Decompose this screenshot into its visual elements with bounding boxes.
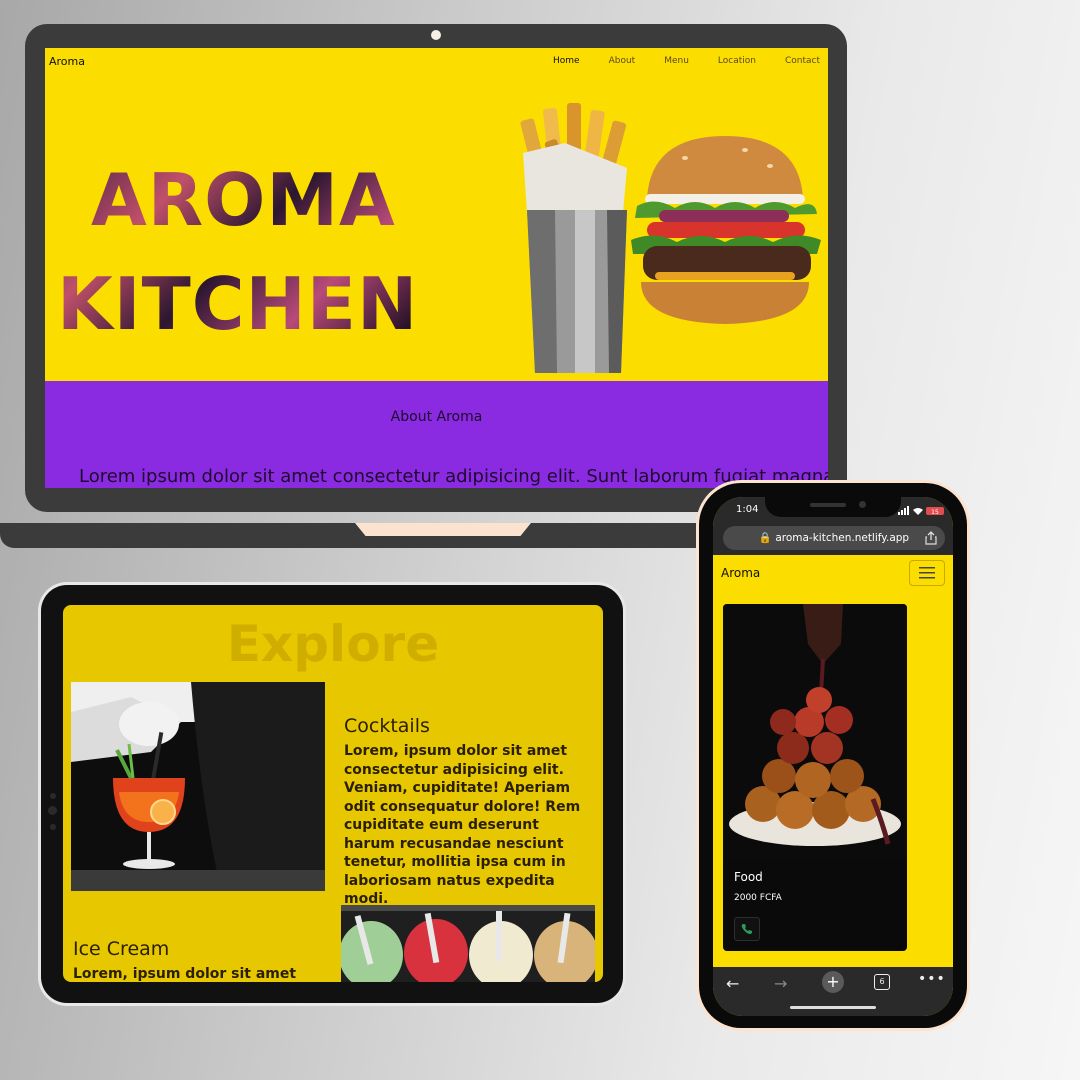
burger-image xyxy=(631,136,821,324)
cocktails-title: Cocktails xyxy=(344,715,430,737)
tablet-sensor xyxy=(50,824,56,830)
hero-title-line1: AROMA xyxy=(91,158,396,242)
status-time: 1:04 xyxy=(736,504,759,515)
battery-level: 15 xyxy=(931,509,939,516)
laptop-screen: Aroma Home About Menu Location Contact A… xyxy=(45,48,828,488)
nav-links: Home About Menu Location Contact xyxy=(524,56,820,66)
status-icons: 15 xyxy=(898,506,944,516)
share-icon[interactable] xyxy=(925,531,937,545)
icecream-description: Lorem, ipsum dolor sit amet xyxy=(73,966,297,982)
hamburger-icon xyxy=(919,567,935,579)
more-icon[interactable]: ••• xyxy=(918,971,946,987)
phone-speaker xyxy=(810,503,846,507)
navbar: Aroma Home About Menu Location Contact xyxy=(45,48,828,76)
cocktails-description: Lorem, ipsum dolor sit amet consectetur … xyxy=(344,743,581,907)
fries-cup xyxy=(527,210,627,373)
phone-camera xyxy=(859,501,866,508)
hero-title: AROMA KITCHEN xyxy=(57,148,477,356)
icecream-image xyxy=(341,905,595,982)
phone-notch xyxy=(765,497,901,517)
nav-contact[interactable]: Contact xyxy=(785,56,820,66)
burger-top-bun xyxy=(647,136,803,198)
food-card: Food 2000 FCFA xyxy=(723,604,907,951)
burger-bottom-bun xyxy=(641,282,809,324)
food-card-price: 2000 FCFA xyxy=(734,893,782,903)
browser-toolbar: ← → + 6 ••• xyxy=(713,967,953,1016)
forward-icon[interactable]: → xyxy=(774,974,787,993)
icecream-title: Ice Cream xyxy=(73,938,170,960)
about-title: About Aroma xyxy=(390,409,483,425)
url-text: aroma-kitchen.netlify.app xyxy=(775,532,910,544)
back-icon[interactable]: ← xyxy=(726,974,739,993)
about-section: About Aroma Lorem ipsum dolor sit amet c… xyxy=(45,381,828,488)
fries-image xyxy=(520,103,627,373)
nav-menu[interactable]: Menu xyxy=(664,56,689,66)
explore-heading: Explore xyxy=(226,615,440,673)
tablet-screen: Explore Cocktails Lorem, ipsum dolor sit… xyxy=(63,605,603,982)
home-indicator xyxy=(790,1006,876,1009)
laptop-camera xyxy=(431,30,441,40)
tablet-camera xyxy=(48,806,57,815)
laptop-hinge xyxy=(355,523,531,536)
hamburger-menu-button[interactable] xyxy=(909,560,945,586)
tabs-icon[interactable]: 6 xyxy=(874,974,890,990)
tablet-sensor xyxy=(50,793,56,799)
browser-address-bar: 🔒 aroma-kitchen.netlify.app xyxy=(713,523,953,555)
brand-link[interactable]: Aroma xyxy=(49,55,85,68)
new-tab-icon[interactable]: + xyxy=(822,971,844,993)
phone-screen: 1:04 15 🔒 aroma-kitchen.netlify.app Arom… xyxy=(713,497,953,1016)
food-card-title: Food xyxy=(734,870,763,884)
hero-title-line2: KITCHEN xyxy=(57,262,419,346)
nav-location[interactable]: Location xyxy=(718,56,756,66)
url-field[interactable]: 🔒 aroma-kitchen.netlify.app xyxy=(723,526,945,550)
phone-icon xyxy=(741,924,752,934)
glove xyxy=(119,702,179,746)
call-button[interactable] xyxy=(734,917,760,941)
cocktail-image xyxy=(71,682,325,891)
nav-about[interactable]: About xyxy=(609,56,636,66)
nav-home[interactable]: Home xyxy=(553,56,580,66)
mobile-brand-link[interactable]: Aroma xyxy=(721,566,760,580)
lock-icon: 🔒 xyxy=(758,532,772,544)
about-text: Lorem ipsum dolor sit amet consectetur a… xyxy=(79,466,828,487)
food-image xyxy=(723,604,907,860)
